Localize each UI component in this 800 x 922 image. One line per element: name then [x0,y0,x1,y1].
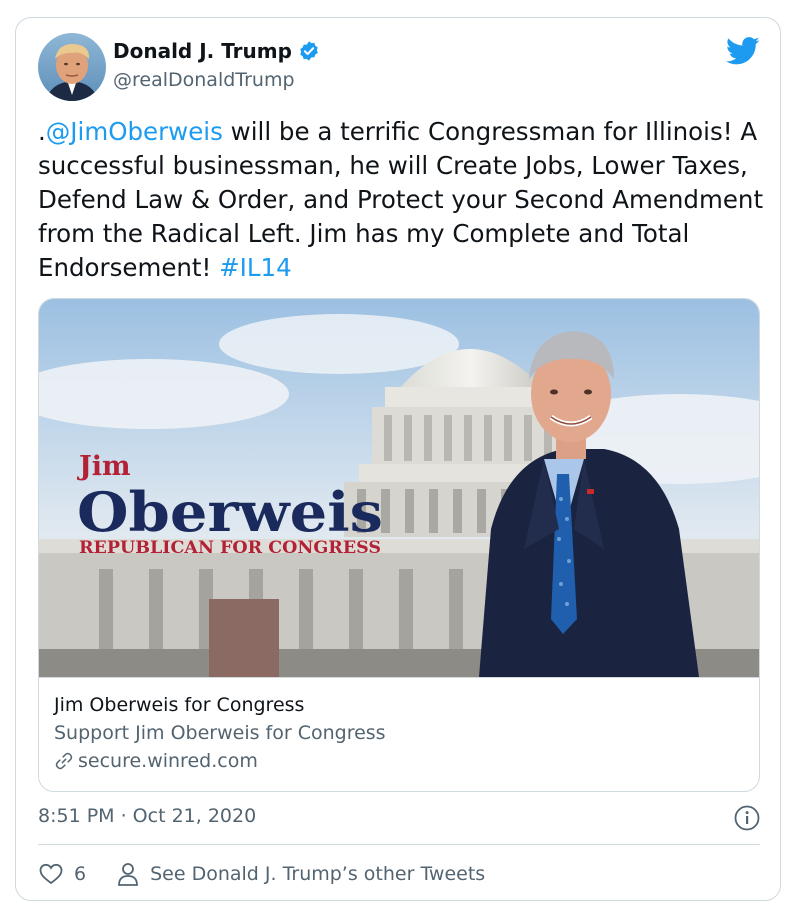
tweet-text: .@JimOberweis will be a terrific Congres… [38,115,768,285]
card-image[interactable]: Jim Oberweis REPUBLICAN FOR CONGRESS [39,299,760,677]
mention-link[interactable]: @JimOberweis [46,117,223,146]
heart-icon [39,863,63,885]
author-handle[interactable]: @realDonaldTrump [113,69,295,91]
like-button[interactable]: 6 [38,862,86,886]
other-tweets-link[interactable]: See Donald J. Trump’s other Tweets [116,861,485,887]
person-icon [118,863,138,886]
card-title[interactable]: Jim Oberweis for Congress [54,694,304,716]
link-card[interactable]: Jim Oberweis REPUBLICAN FOR CONGRESS Jim… [38,298,760,792]
logo-last-name: Oberweis [77,480,383,544]
info-icon[interactable] [734,805,760,831]
card-meta[interactable]: Jim Oberweis for Congress Support Jim Ob… [39,677,759,791]
card-description: Support Jim Oberweis for Congress [54,722,386,744]
divider [38,844,760,845]
tweet-timestamp[interactable]: 8:51 PM · Oct 21, 2020 [38,805,256,827]
verified-badge-icon [300,41,318,61]
like-count: 6 [74,863,87,885]
link-icon [55,752,73,770]
tweet-card: Donald J. Trump @realDonaldTrump .@JimOb… [15,17,781,901]
twitter-bird-icon[interactable] [726,36,760,66]
tweet-text-prefix: . [38,117,46,146]
author-name[interactable]: Donald J. Trump [113,39,292,63]
logo-tagline: REPUBLICAN FOR CONGRESS [79,538,381,558]
logo-first-name: Jim [77,451,131,482]
other-tweets-label[interactable]: See Donald J. Trump’s other Tweets [150,863,485,885]
author-name-row[interactable]: Donald J. Trump [113,39,320,63]
avatar[interactable] [38,33,106,101]
card-url-text[interactable]: secure.winred.com [78,750,258,772]
tweet-actions: 6 See Donald J. Trump’s other Tweets [38,859,515,889]
card-url[interactable]: secure.winred.com [54,750,258,772]
hashtag-link[interactable]: #IL14 [219,253,292,282]
